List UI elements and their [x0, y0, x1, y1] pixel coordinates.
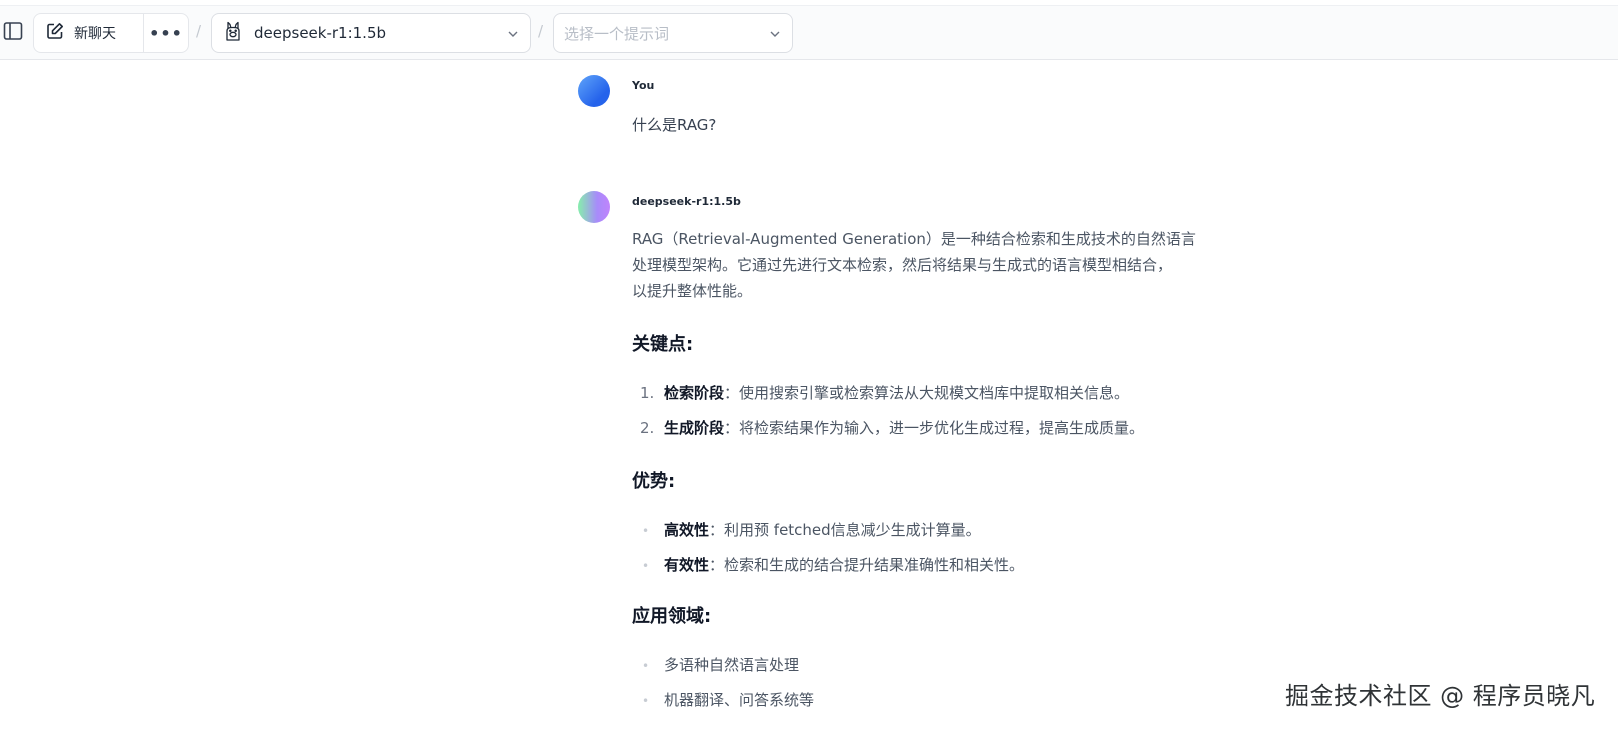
list-item: 1. 检索阶段：使用搜索引擎或检索算法从大规模文档库中提取相关信息。	[632, 382, 1129, 403]
more-options-icon[interactable]: •••	[144, 14, 188, 52]
prompt-placeholder: 选择一个提示词	[564, 24, 670, 43]
list-text: ：利用预 fetched信息减少生成计算量。	[709, 521, 981, 539]
user-avatar	[578, 75, 610, 107]
prompt-selector[interactable]: 选择一个提示词	[553, 13, 793, 53]
list-marker: 2.	[640, 419, 655, 437]
list-item: 2. 生成阶段：将检索结果作为输入，进一步优化生成过程，提高生成质量。	[632, 417, 1144, 438]
chevron-down-icon	[768, 26, 782, 45]
applications-heading: 应用领域:	[632, 606, 712, 627]
advantages-heading: 优势:	[632, 471, 676, 492]
list-text: ：检索和生成的结合提升结果准确性和相关性。	[709, 556, 1025, 574]
list-term: 有效性	[664, 556, 710, 574]
model-selector[interactable]: deepseek-r1:1.5b	[211, 13, 531, 53]
watermark: 掘金技术社区 @ 程序员晓凡	[1285, 682, 1596, 710]
llama-icon	[224, 20, 242, 46]
breadcrumb-separator: /	[538, 22, 544, 40]
new-chat-label: 新聊天	[74, 26, 116, 42]
list-term: 生成阶段	[664, 419, 725, 437]
list-marker: •	[642, 559, 650, 573]
list-marker: •	[642, 659, 650, 673]
intro-line: RAG（Retrieval-Augmented Generation）是一种结合…	[632, 230, 1196, 248]
assistant-avatar	[578, 191, 610, 223]
list-item: • 有效性：检索和生成的结合提升结果准确性和相关性。	[632, 554, 1024, 575]
new-chat-button[interactable]: 新聊天	[34, 14, 144, 52]
list-item: • 多语种自然语言处理	[632, 654, 799, 675]
key-points-heading: 关键点:	[632, 334, 694, 355]
chat-actions-group: 新聊天 •••	[33, 13, 189, 53]
list-text: 机器翻译、问答系统等	[664, 691, 815, 709]
list-text: 多语种自然语言处理	[664, 656, 800, 674]
chat-page: 新聊天 ••• / deepseek-r1:1.5b / 选择一个提示词 You…	[0, 0, 1618, 730]
assistant-intro: RAG（Retrieval-Augmented Generation）是一种结合…	[632, 226, 1222, 304]
assistant-name: deepseek-r1:1.5b	[632, 195, 741, 208]
edit-icon	[46, 22, 64, 44]
intro-line: 以提升整体性能。	[632, 282, 753, 300]
model-name: deepseek-r1:1.5b	[254, 24, 387, 42]
chevron-down-icon	[506, 26, 520, 45]
user-message: 什么是RAG?	[632, 116, 717, 134]
list-marker: •	[642, 524, 650, 538]
breadcrumb-separator: /	[196, 22, 202, 40]
list-item: • 高效性：利用预 fetched信息减少生成计算量。	[632, 519, 981, 540]
list-item: • 机器翻译、问答系统等	[632, 689, 814, 710]
list-term: 检索阶段	[664, 384, 725, 402]
list-term: 高效性	[664, 521, 710, 539]
top-toolbar: 新聊天 ••• / deepseek-r1:1.5b / 选择一个提示词	[0, 6, 1618, 60]
list-marker: •	[642, 694, 650, 708]
list-marker: 1.	[640, 384, 655, 402]
list-text: ：使用搜索引擎或检索算法从大规模文档库中提取相关信息。	[724, 384, 1130, 402]
list-text: ：将检索结果作为输入，进一步优化生成过程，提高生成质量。	[724, 419, 1145, 437]
user-name: You	[632, 79, 655, 92]
intro-line: 处理模型架构。它通过先进行文本检索，然后将结果与生成式的语言模型相结合，	[632, 256, 1173, 274]
sidebar-toggle-icon[interactable]	[2, 20, 24, 42]
